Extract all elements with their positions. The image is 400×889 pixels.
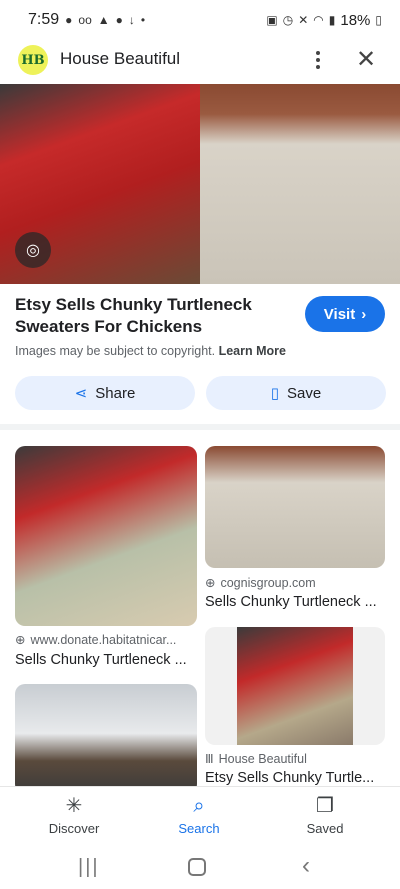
close-icon[interactable]: ✕	[352, 46, 380, 74]
mute-icon: ✕	[298, 13, 309, 27]
wifi-icon: ◠	[313, 13, 324, 27]
section-divider	[0, 424, 400, 430]
nav-discover[interactable]: ✳ Discover	[24, 795, 124, 836]
recent-apps-icon[interactable]: |||	[78, 856, 100, 879]
alarm-icon: ◷	[282, 13, 294, 27]
main-image[interactable]	[0, 84, 400, 284]
share-label: Share	[95, 384, 136, 402]
nav-saved-label: Saved	[306, 821, 344, 836]
status-bar: 7:59 ● oo ▲ ● ↓ • ▣ ◷ ✕ ◠ ▮ 18% ▯	[0, 0, 400, 40]
related-source-2[interactable]: ⊕ cognisgroup.com	[205, 575, 316, 591]
related-image-2[interactable]	[205, 446, 385, 568]
related-source-text-1: www.donate.habitatnicar...	[30, 632, 177, 647]
related-caption-2[interactable]: Sells Chunky Turtleneck ...	[205, 594, 377, 610]
battery-percent: 18%	[340, 11, 371, 29]
copyright-text: Images may be subject to copyright.	[15, 344, 216, 358]
related-caption-1[interactable]: Sells Chunky Turtleneck ...	[15, 652, 187, 668]
chevron-right-icon: ›	[361, 305, 367, 323]
chat-icon: ●	[65, 13, 73, 27]
related-source-3[interactable]: Ⅲ House Beautiful	[205, 751, 307, 767]
image-title[interactable]: Etsy Sells Chunky Turtleneck Sweaters Fo…	[15, 294, 285, 338]
share-icon: ⋖	[74, 385, 88, 402]
learn-more-link[interactable]: Learn More	[219, 344, 286, 358]
nav-search-label: Search	[178, 821, 220, 836]
nav-saved[interactable]: ❐ Saved	[275, 795, 375, 836]
bookmark-icon: ▯	[270, 385, 280, 402]
globe-icon: ⊕	[15, 633, 26, 647]
search-icon: ⌕	[193, 795, 205, 817]
related-image-1[interactable]	[15, 446, 197, 626]
visit-button[interactable]: Visit ›	[305, 296, 385, 332]
lens-search-icon[interactable]: ◎	[15, 232, 51, 268]
download-icon: ↓	[128, 13, 135, 27]
voicemail-icon: oo	[78, 13, 92, 27]
site-name[interactable]: House Beautiful	[60, 49, 180, 69]
home-icon[interactable]	[188, 858, 206, 876]
bottom-navigation: ✳ Discover ⌕ Search ❐ Saved	[0, 786, 400, 846]
related-image-4[interactable]	[15, 684, 197, 794]
signal-icon: ▮	[328, 13, 336, 27]
back-icon[interactable]: ‹	[302, 852, 310, 880]
related-source-text-3: House Beautiful	[218, 751, 307, 766]
save-button[interactable]: ▯ Save	[206, 376, 386, 410]
battery-icon: ▯	[375, 13, 382, 27]
related-image-3[interactable]	[205, 627, 385, 745]
house-beautiful-icon: Ⅲ	[205, 752, 214, 766]
status-time: 7:59	[28, 11, 60, 28]
system-navigation: ||| ‹	[0, 846, 400, 889]
related-source-1[interactable]: ⊕ www.donate.habitatnicar...	[15, 632, 177, 648]
more-options-icon[interactable]	[306, 46, 330, 74]
globe-icon: ⊕	[205, 576, 216, 590]
related-source-text-2: cognisgroup.com	[220, 575, 316, 590]
lock-icon: ▣	[266, 13, 278, 27]
related-caption-3[interactable]: Etsy Sells Chunky Turtle...	[205, 770, 374, 786]
saved-icon: ❐	[316, 795, 334, 817]
share-button[interactable]: ⋖ Share	[15, 376, 195, 410]
nav-discover-label: Discover	[48, 821, 100, 836]
save-label: Save	[287, 384, 322, 402]
nav-search[interactable]: ⌕ Search	[149, 795, 249, 836]
site-logo[interactable]: HB	[18, 45, 48, 75]
copyright-notice: Images may be subject to copyright. Lear…	[15, 344, 286, 358]
dot-icon: •	[140, 13, 146, 27]
facebook-icon: ●	[115, 13, 123, 27]
hero-image-right	[200, 84, 400, 284]
bell-icon: ▲	[97, 13, 110, 27]
visit-label: Visit	[323, 305, 356, 323]
asterisk-icon: ✳	[65, 795, 83, 817]
viewer-header: HB House Beautiful ✕	[0, 40, 400, 84]
